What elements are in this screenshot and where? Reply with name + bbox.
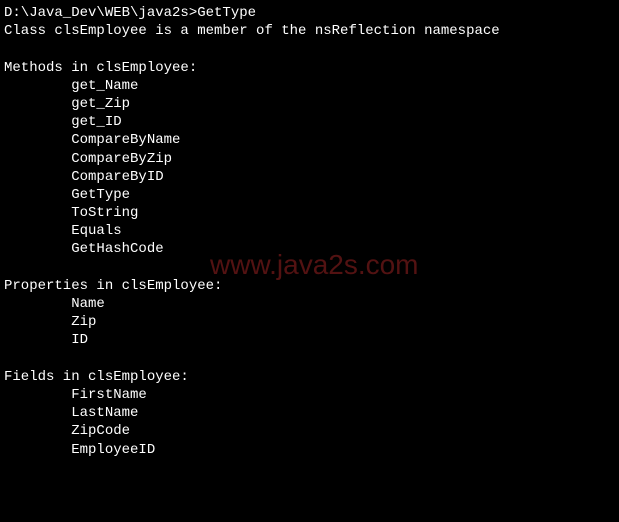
field-item: FirstName xyxy=(4,386,615,404)
methods-list: get_Name get_Zip get_ID CompareByName Co… xyxy=(4,77,615,259)
method-item: CompareByName xyxy=(4,131,615,149)
method-item: get_Name xyxy=(4,77,615,95)
fields-header: Fields in clsEmployee: xyxy=(4,368,615,386)
fields-list: FirstName LastName ZipCode EmployeeID xyxy=(4,386,615,459)
method-item: ToString xyxy=(4,204,615,222)
method-item: get_ID xyxy=(4,113,615,131)
field-item: ZipCode xyxy=(4,422,615,440)
method-item: GetType xyxy=(4,186,615,204)
field-item: LastName xyxy=(4,404,615,422)
property-item: Name xyxy=(4,295,615,313)
method-item: GetHashCode xyxy=(4,240,615,258)
console-output: D:\Java_Dev\WEB\java2s>GetType Class cls… xyxy=(4,4,615,459)
method-item: get_Zip xyxy=(4,95,615,113)
method-item: CompareByID xyxy=(4,168,615,186)
command-prompt: D:\Java_Dev\WEB\java2s>GetType xyxy=(4,4,615,22)
blank-line xyxy=(4,350,615,368)
blank-line xyxy=(4,259,615,277)
property-item: Zip xyxy=(4,313,615,331)
properties-list: Name Zip ID xyxy=(4,295,615,350)
field-item: EmployeeID xyxy=(4,441,615,459)
method-item: Equals xyxy=(4,222,615,240)
properties-header: Properties in clsEmployee: xyxy=(4,277,615,295)
method-item: CompareByZip xyxy=(4,150,615,168)
blank-line xyxy=(4,40,615,58)
class-info-line: Class clsEmployee is a member of the nsR… xyxy=(4,22,615,40)
methods-header: Methods in clsEmployee: xyxy=(4,59,615,77)
property-item: ID xyxy=(4,331,615,349)
